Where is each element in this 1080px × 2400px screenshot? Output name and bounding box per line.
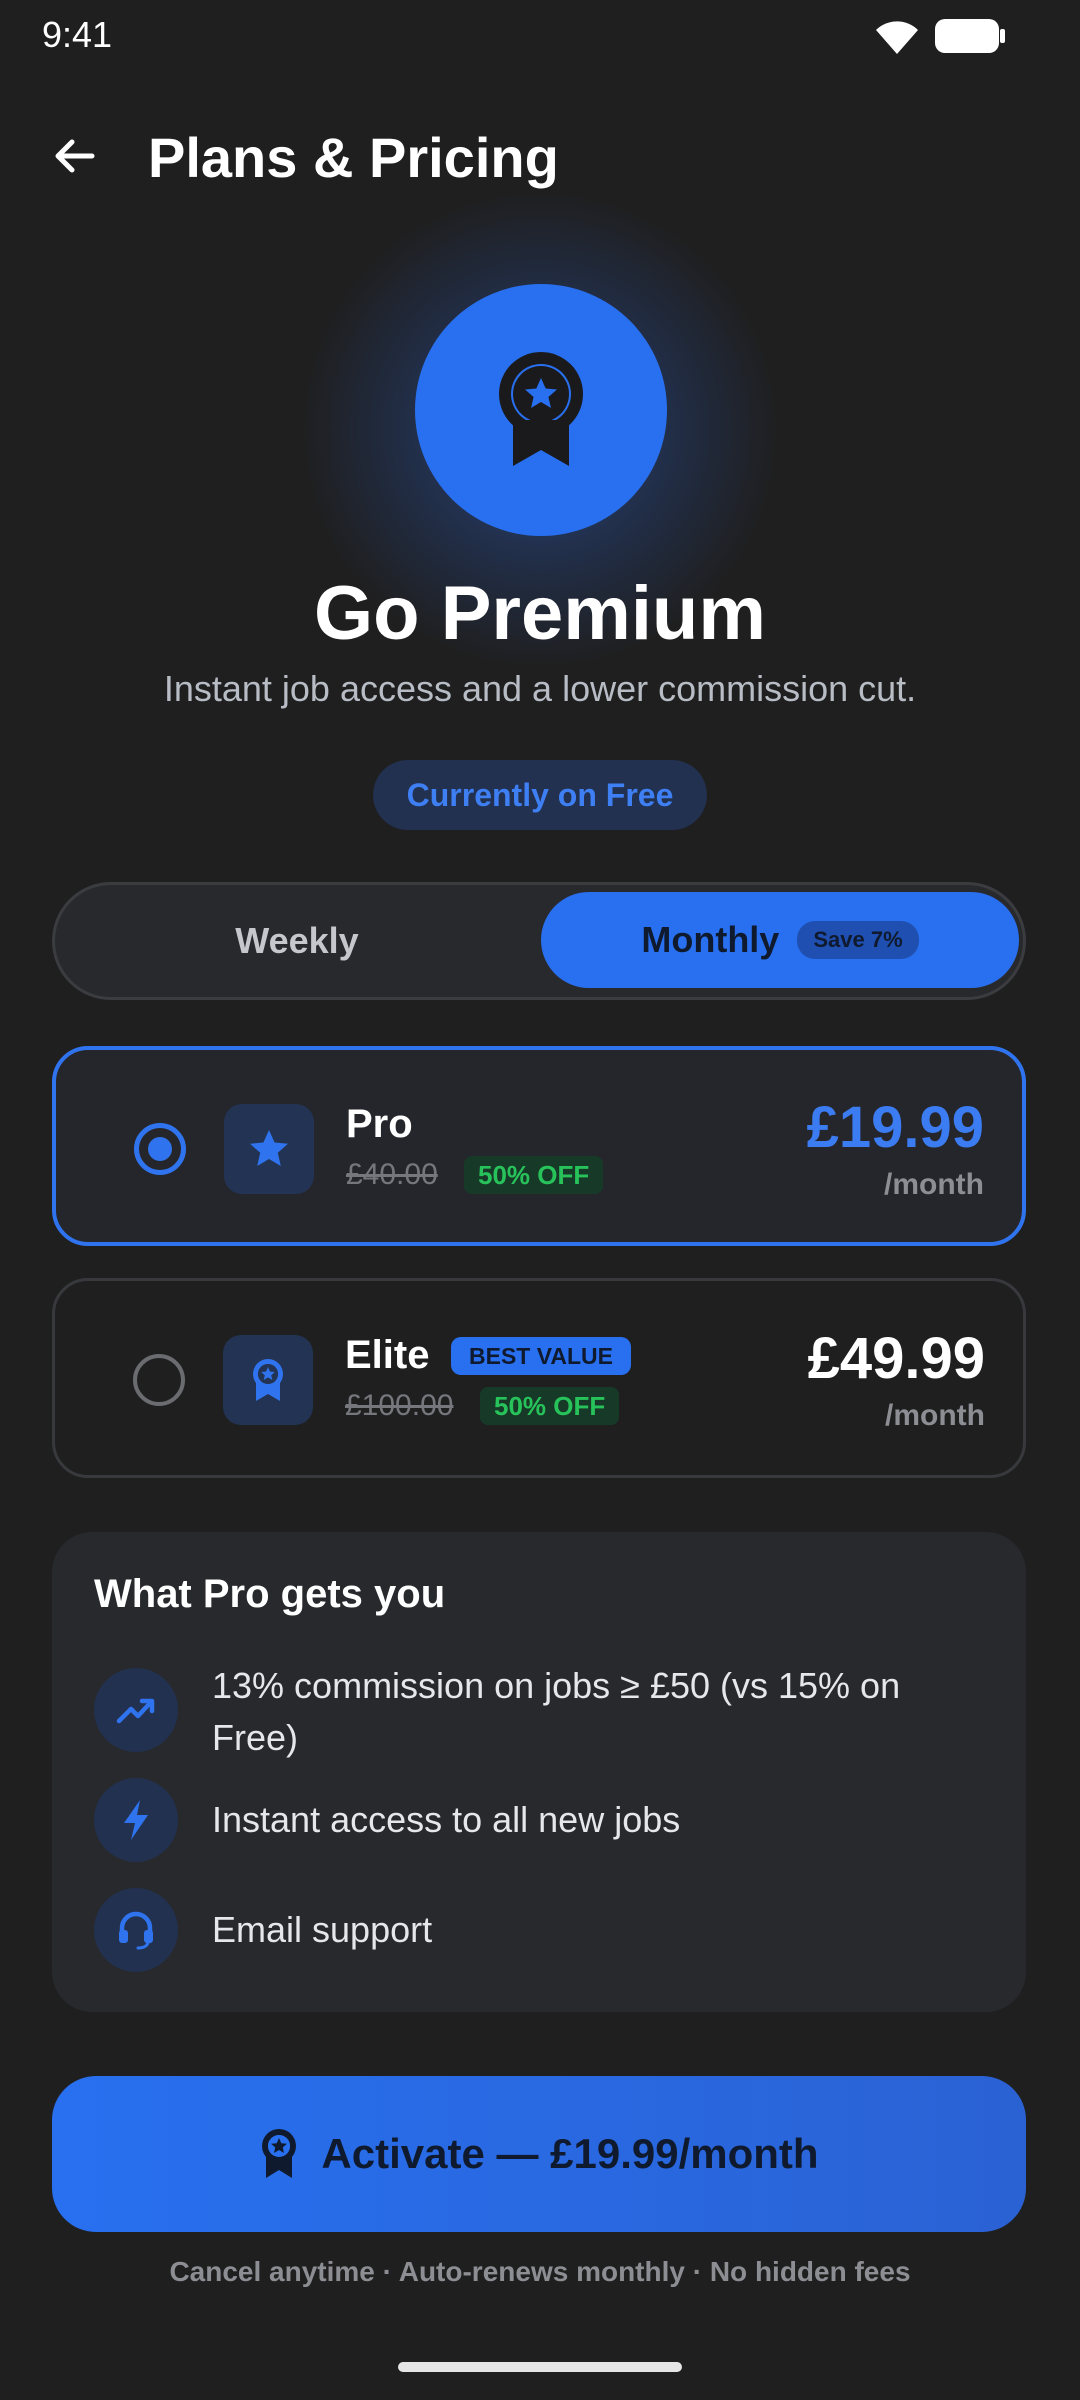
- plan-radio-elite[interactable]: [133, 1354, 185, 1406]
- plan-icon-elite: [223, 1335, 313, 1425]
- plan-was-price-pro: £40.00: [346, 1158, 438, 1191]
- plan-name-elite: Elite: [345, 1333, 430, 1377]
- plan-radio-pro[interactable]: [134, 1123, 186, 1175]
- discount-badge-elite: 50% OFF: [480, 1387, 620, 1425]
- billing-toggle: Weekly Monthly Save 7%: [52, 882, 1026, 1000]
- status-time: 9:41: [42, 14, 113, 55]
- activate-button[interactable]: Activate — £19.99/month: [52, 2076, 1026, 2232]
- plan-card-pro[interactable]: Pro £40.00 50% OFF £19.99 /month: [52, 1046, 1026, 1246]
- award-icon: [253, 1359, 283, 1401]
- feature-item-support: Email support: [212, 1909, 433, 1950]
- plan-card-elite[interactable]: Elite BEST VALUE £100.00 50% OFF £49.99 …: [52, 1278, 1026, 1478]
- save-badge: Save 7%: [797, 921, 919, 959]
- hero-subtitle: Instant job access and a lower commissio…: [163, 668, 917, 709]
- back-button[interactable]: [44, 126, 104, 186]
- features-title: What Pro gets you: [94, 1572, 446, 1616]
- discount-badge-pro: 50% OFF: [464, 1156, 604, 1194]
- headset-icon: [94, 1888, 178, 1972]
- toggle-monthly-label: Monthly: [641, 919, 780, 960]
- plan-icon-pro: [224, 1104, 314, 1194]
- feature-item-commission: 13% commission on jobs ≥ £50 (vs 15% on …: [212, 1665, 901, 1758]
- plan-price-pro: £19.99: [806, 1095, 984, 1160]
- toggle-weekly[interactable]: Weekly: [55, 885, 539, 997]
- award-icon: [262, 2129, 297, 2178]
- arrow-left-icon: [55, 139, 95, 173]
- best-value-badge: BEST VALUE: [451, 1337, 631, 1375]
- battery-icon: [935, 19, 1005, 53]
- plan-period-elite: /month: [885, 1399, 985, 1432]
- award-icon: [499, 352, 583, 466]
- home-indicator[interactable]: [398, 2362, 682, 2372]
- lightning-icon: [94, 1778, 178, 1862]
- hero-badge: [415, 284, 667, 536]
- activate-button-label: Activate — £19.99/month: [321, 2130, 819, 2177]
- footnote: Cancel anytime · Auto-renews monthly · N…: [169, 2256, 911, 2287]
- plan-was-price-elite: £100.00: [345, 1389, 454, 1422]
- page-title: Plans & Pricing: [148, 126, 559, 189]
- current-plan-badge: Currently on Free: [373, 760, 707, 830]
- plan-period-pro: /month: [884, 1168, 984, 1201]
- status-bar: 9:41: [0, 0, 1080, 70]
- star-icon: [250, 1130, 288, 1166]
- plan-name-pro: Pro: [346, 1102, 413, 1146]
- trending-up-icon: [94, 1668, 178, 1752]
- hero-title: Go Premium: [314, 571, 766, 656]
- plan-price-elite: £49.99: [807, 1326, 985, 1391]
- feature-item-instant-access: Instant access to all new jobs: [212, 1799, 681, 1840]
- features-card: What Pro gets you 13% commission on jobs…: [52, 1532, 1026, 2012]
- toggle-monthly[interactable]: Monthly Save 7%: [541, 892, 1019, 988]
- wifi-icon: [876, 21, 918, 54]
